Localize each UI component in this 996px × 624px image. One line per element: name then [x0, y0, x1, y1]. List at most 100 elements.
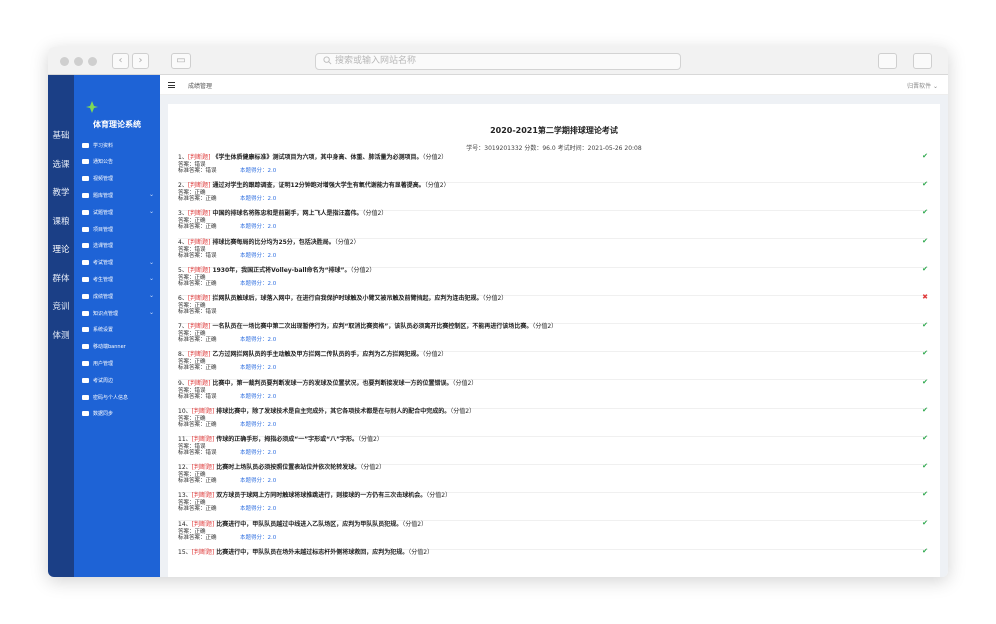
sidebar-item[interactable]: 系统设置 [82, 324, 158, 336]
question-points: 本题得分：2.0 [240, 506, 277, 513]
standard-answer: 标准答案：正确 [178, 506, 217, 513]
answer-score-line: 本题得分：2.0 [236, 533, 276, 541]
sidebar-item-label: 数据同步 [93, 411, 114, 418]
sidebar-item[interactable]: 学习资料 [82, 139, 158, 151]
answer-score-line [236, 307, 240, 313]
answer-score-line: 本题得分：2.0 [236, 222, 276, 230]
question-score: （分值2） [402, 520, 428, 528]
sidebar-item-label: 题库管理 [93, 192, 114, 199]
users-icon [82, 276, 89, 282]
question-row: 3、[判断题] 中国的排球名将陈忠和是前副手，网上飞人是指汪嘉伟。（分值2） 答案… [178, 208, 928, 240]
question-points: 本题得分：2.0 [240, 365, 277, 372]
chevron-down-icon: ⌄ [148, 309, 154, 316]
sidebar-toggle-icon[interactable]: ▭ [171, 53, 191, 69]
check-icon: ✔ [922, 236, 928, 245]
question-points: 本题得分：2.0 [240, 280, 277, 287]
check-icon: ✔ [922, 321, 928, 330]
bell-icon [82, 260, 89, 266]
share-icon[interactable] [878, 53, 897, 69]
standard-answer: 标准答案：错误 [178, 393, 217, 400]
answer-score-line: 本题得分：2.0 [236, 476, 276, 484]
sidebar-item[interactable]: 密码与个人信息 [82, 391, 158, 403]
rail-item[interactable]: 课粮 [48, 215, 74, 227]
standard-answer: 标准答案：正确 [178, 421, 217, 428]
wrench-icon [82, 226, 89, 232]
forward-button[interactable]: › [132, 53, 149, 69]
sidebar-item[interactable]: 考试管理 ⌄ [82, 257, 158, 269]
browser-window: ‹ › ▭ 搜索或输入网站名称 基础 选课 教学 课粮 理论 群体 竞训 体测 体育理论系统 … [48, 47, 948, 577]
grid-icon [82, 209, 89, 215]
zoom-dot[interactable] [88, 57, 97, 66]
sidebar-item[interactable]: 考试周边 [82, 374, 158, 386]
sidebar-item[interactable]: 移动端banner [82, 341, 158, 353]
breadcrumb: 成绩管理 [188, 83, 213, 90]
question-row: 10、[判断题] 排球比赛中，除了发球技术是自主完成外，其它各项技术都是在与别人… [178, 406, 928, 437]
chevron-down-icon: ⌄ [148, 208, 154, 216]
user-icon [82, 360, 89, 366]
sidebar-item-label: 学习资料 [93, 142, 114, 149]
sidebar-item[interactable]: 试题管理 ⌄ [82, 206, 158, 218]
tabs-icon[interactable] [913, 53, 932, 69]
close-dot[interactable] [60, 57, 69, 66]
rail-item[interactable]: 理论 [48, 243, 74, 255]
mail-icon [82, 159, 89, 165]
rail-item[interactable]: 体测 [48, 329, 74, 341]
sidebar-item[interactable]: 考生管理 ⌄ [82, 273, 158, 285]
tag-icon [82, 310, 89, 316]
rail-item[interactable]: 竞训 [48, 300, 74, 312]
sidebar-item[interactable]: 知识点管理 ⌄ [82, 307, 158, 319]
answer-score-line [236, 561, 240, 567]
sidebar-item-label: 知识点管理 [93, 310, 119, 317]
sidebar-item[interactable]: 用户管理 [82, 357, 158, 369]
answer-score-line: 本题得分：2.0 [236, 448, 276, 456]
sidebar-item[interactable]: 选课管理 [82, 240, 158, 252]
rail-item[interactable]: 教学 [48, 186, 74, 198]
book-icon [82, 142, 89, 148]
rail-item[interactable]: 群体 [48, 272, 74, 284]
gear-icon [82, 327, 89, 333]
sidebar-item-label: 成绩管理 [93, 293, 114, 300]
sidebar-item[interactable]: 成绩管理 ⌄ [82, 290, 158, 302]
user-menu[interactable]: 归晋软件 ⌄ [907, 81, 938, 90]
question-score: （分值2） [482, 295, 508, 302]
sidebar-item-label: 考生管理 [93, 276, 114, 283]
question-text: 9、[判断题] 比赛中，第一裁判员要判断发球一方的发球及位置状况，也要判断接发球… [178, 378, 898, 387]
address-bar[interactable]: 搜索或输入网站名称 [315, 53, 681, 70]
question-score: （分值2） [426, 492, 452, 500]
check-icon: ✔ [922, 434, 928, 442]
back-button[interactable]: ‹ [112, 53, 129, 69]
system-title: 体育理论系统 [93, 120, 141, 129]
question-type: [判断题] [191, 548, 215, 556]
standard-answer: 标准答案：错误 [178, 309, 217, 315]
standard-answer: 标准答案：错误 [178, 168, 217, 174]
question-text: 13、[判断题] 双方球员于球网上方同时触球将球推跳进行，则接球的一方仍有三次击… [178, 490, 898, 499]
check-icon: ✔ [922, 546, 928, 555]
rail-item[interactable]: 选课 [48, 158, 74, 170]
sidebar-item[interactable]: 通知公告 [82, 156, 158, 168]
question-text: 4、[判断题] 排球比赛每局的比分均为25分，包括决胜局。（分值2） [178, 237, 898, 246]
exam-title: 2020-2021第二学期排球理论考试 [490, 126, 618, 135]
top-bar: 成绩管理 归晋软件 ⌄ [160, 75, 948, 95]
sidebar-item[interactable]: 题库管理 ⌄ [82, 189, 158, 201]
mail-icon [82, 344, 89, 350]
sidebar-item-label: 视频管理 [93, 176, 114, 183]
sidebar-item[interactable]: 项目管理 [82, 223, 158, 235]
sidebar-item-label: 考试管理 [93, 260, 114, 267]
sidebar-item[interactable]: 数据同步 [82, 408, 158, 420]
standard-answer: 标准答案：正确 [178, 365, 217, 372]
logo-icon [86, 101, 98, 113]
menu-toggle-icon[interactable] [168, 82, 175, 88]
sidebar-item[interactable]: 视频管理 [82, 173, 158, 185]
sidebar-item-label: 密码与个人信息 [93, 394, 129, 401]
minimize-dot[interactable] [74, 57, 83, 66]
table-icon [82, 293, 89, 299]
exam-card[interactable]: 2020-2021第二学期排球理论考试 学号：3019201332 分数：96.… [168, 104, 940, 577]
chevron-down-icon: ⌄ [148, 292, 154, 300]
question-score: （分值2） [450, 407, 476, 415]
rail-item[interactable]: 基础 [48, 129, 74, 141]
exam-meta: 学号：3019201332 分数：96.0 考试时间：2021-05-26 20… [466, 145, 642, 152]
cross-icon: ✖ [922, 293, 928, 301]
check-icon: ✔ [922, 518, 928, 527]
question-stem: 双方球员于球网上方同时触球将球推跳进行，则接球的一方仍有三次击球机会。 [216, 492, 427, 500]
question-stem: 排球比赛每局的比分均为25分，包括决胜局。 [212, 238, 335, 246]
